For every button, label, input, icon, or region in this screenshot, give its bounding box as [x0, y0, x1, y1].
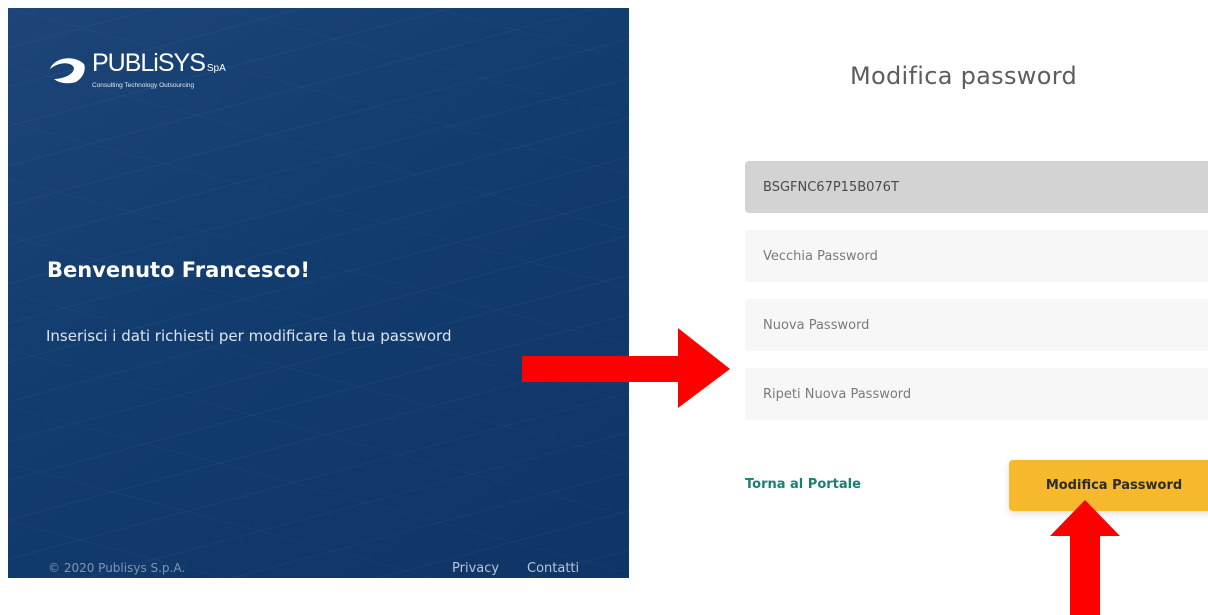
- publisys-logo: PUBLiSYS SpA Consulting Technology Outsou…: [46, 50, 226, 90]
- contacts-link[interactable]: Contatti: [527, 561, 579, 576]
- new-password-field[interactable]: [745, 299, 1208, 351]
- arrow-right-icon: [522, 328, 730, 408]
- fiscal-code-field[interactable]: [745, 161, 1208, 213]
- repeat-password-field[interactable]: [745, 368, 1208, 420]
- old-password-field[interactable]: [745, 230, 1208, 282]
- back-to-portal-link[interactable]: Torna al Portale: [745, 477, 861, 492]
- welcome-title: Benvenuto Francesco!: [47, 258, 310, 282]
- logo-tagline: Consulting Technology Outsourcing: [92, 82, 195, 89]
- page-title: Modifica password: [850, 62, 1077, 90]
- privacy-link[interactable]: Privacy: [452, 561, 499, 576]
- copyright-text: © 2020 Publisys S.p.A.: [48, 561, 186, 575]
- welcome-panel: PUBLiSYS SpA Consulting Technology Outsou…: [8, 8, 629, 578]
- arrow-up-icon: [1050, 500, 1120, 615]
- logo-name: PUBLiSYS: [92, 49, 206, 77]
- logo-spa: SpA: [206, 63, 226, 74]
- welcome-subtitle: Inserisci i dati richiesti per modificar…: [46, 327, 452, 345]
- logo-swoosh-icon: [50, 58, 85, 84]
